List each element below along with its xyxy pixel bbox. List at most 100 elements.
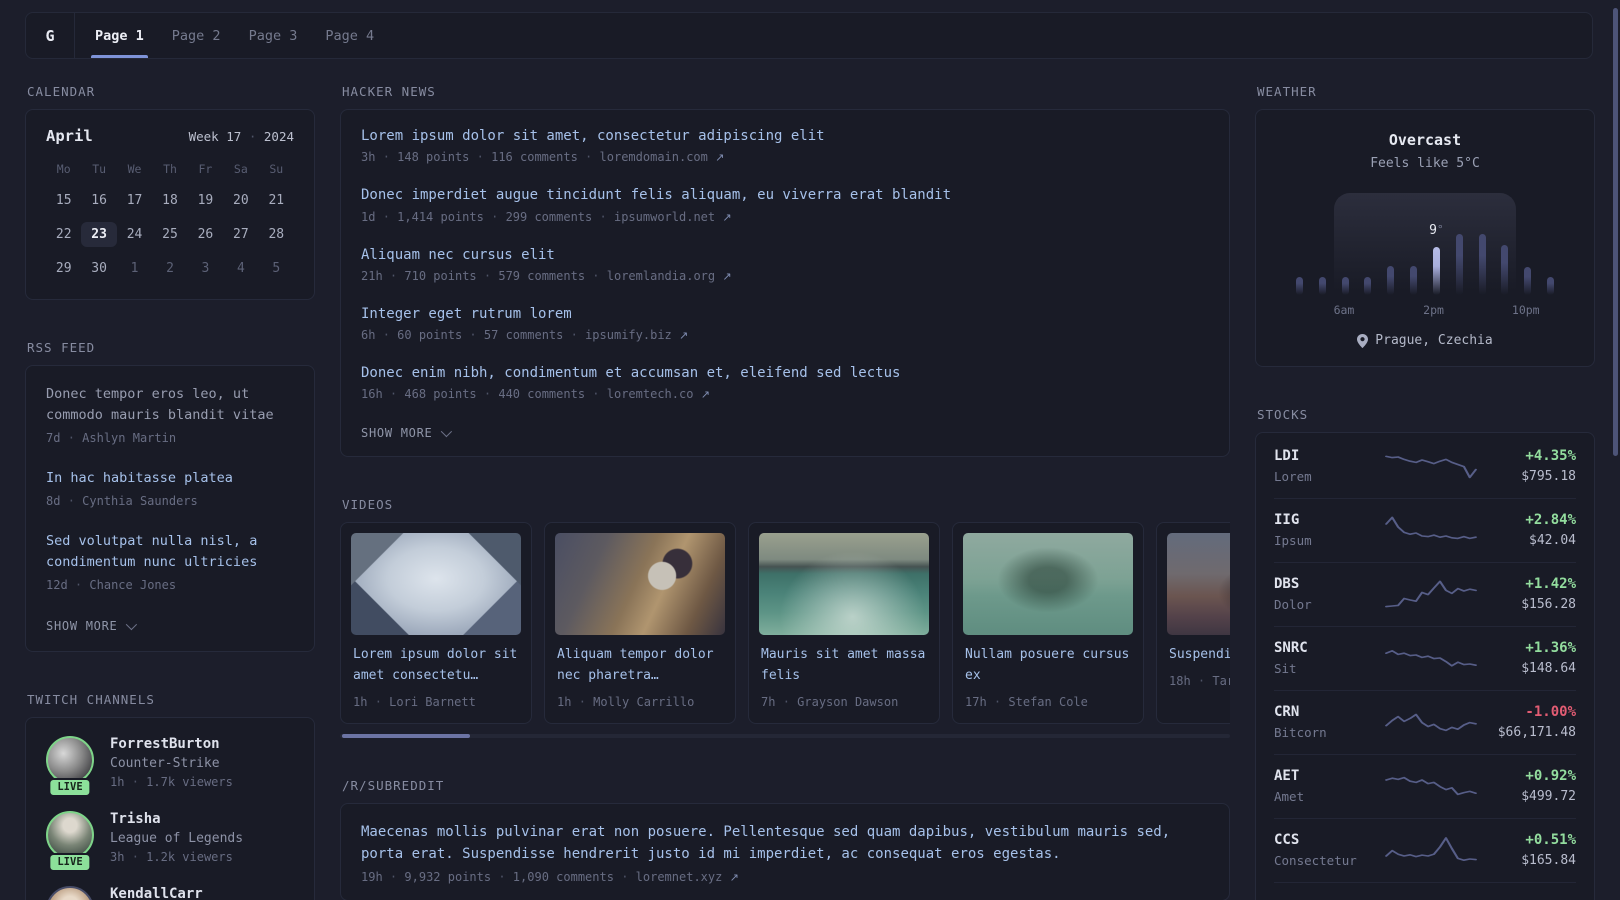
video-author-link[interactable]: Stefan Cole <box>1008 695 1087 709</box>
video-card[interactable]: Nullam posuere cursus ex 17h Stefan Cole <box>952 522 1144 725</box>
video-thumbnail[interactable] <box>351 533 521 636</box>
hn-item-link[interactable]: Integer eget rutrum lorem <box>361 304 1209 324</box>
stock-sparkline <box>1385 776 1477 796</box>
tab-page-2[interactable]: Page 2 <box>158 13 235 58</box>
weather-bar <box>1334 215 1357 295</box>
stock-row[interactable]: CCS Consectetur +0.51% $165.84 <box>1274 819 1576 883</box>
videos-scrollbar-thumb[interactable] <box>342 734 470 739</box>
video-title-link[interactable]: Mauris sit amet massa felis <box>749 645 939 687</box>
channel-game: Counter-Strike <box>110 755 220 771</box>
rss-show-more-button[interactable]: SHOW MORE <box>46 618 137 637</box>
twitch-channel[interactable]: LIVE ForrestBurton Counter-Strike 1h 1.7… <box>46 735 294 797</box>
reddit-post-link[interactable]: Maecenas mollis pulvinar erat non posuer… <box>361 821 1209 866</box>
hn-domain-link[interactable]: ipsumworld.net <box>614 210 715 224</box>
hn-item: Donec imperdiet augue tincidunt felis al… <box>361 185 1209 223</box>
weather-hour-label: 6am <box>1333 303 1355 317</box>
stock-row[interactable]: AHS +0.46% <box>1274 883 1576 900</box>
hn-show-more-button[interactable]: SHOW MORE <box>361 426 452 444</box>
video-title-link[interactable]: Aliquam tempor dolor nec pharetra… <box>545 645 735 687</box>
calendar-day: 16 <box>91 193 107 208</box>
weather-feels-like: Feels like 5°C <box>1370 156 1480 171</box>
rss-item: In hac habitasse platea 8d Cynthia Saund… <box>46 468 294 510</box>
rss-item-link[interactable]: In hac habitasse platea <box>46 468 294 489</box>
hn-comments-link[interactable]: 299 comments <box>506 210 593 224</box>
stock-symbol: IIG <box>1274 512 1300 528</box>
separator-dot <box>383 328 390 342</box>
hn-item-link[interactable]: Donec enim nibh, condimentum et accumsan… <box>361 363 1209 383</box>
twitch-channel[interactable]: KendallCarr <box>46 885 294 900</box>
external-link-icon: ↗ <box>722 210 732 224</box>
reddit-comments-link[interactable]: 1,090 comments <box>513 870 614 884</box>
calendar-day: 1 <box>130 261 139 276</box>
video-card[interactable]: Aliquam tempor dolor nec pharetra… 1h Mo… <box>544 522 736 725</box>
hn-comments-link[interactable]: 116 comments <box>491 150 578 164</box>
tab-page-1[interactable]: Page 1 <box>81 13 158 58</box>
location-pin-icon <box>1357 333 1369 348</box>
hn-comments-link[interactable]: 579 comments <box>498 269 585 283</box>
rss-item-link[interactable]: Sed volutpat nulla nisl, a condimentum n… <box>46 531 294 573</box>
external-link-icon: ↗ <box>700 388 710 402</box>
stock-row[interactable]: SNRC Sit +1.36% $148.64 <box>1274 627 1576 691</box>
stock-row[interactable]: DBS Dolor +1.42% $156.28 <box>1274 563 1576 627</box>
stock-row[interactable]: CRN Bitcorn -1.00% $66,171.48 <box>1274 691 1576 755</box>
hn-domain-link[interactable]: loremdomain.com <box>600 150 708 164</box>
app-logo[interactable]: G <box>26 13 75 58</box>
separator-dot <box>390 269 397 283</box>
video-author-link[interactable]: Molly Carrillo <box>593 695 694 709</box>
separator-dot <box>375 695 382 709</box>
hn-comments-link[interactable]: 440 comments <box>498 387 585 401</box>
external-link-icon: ↗ <box>729 870 739 884</box>
separator-dot <box>68 431 75 445</box>
video-thumbnail[interactable] <box>963 533 1133 636</box>
video-title-link[interactable]: Lorem ipsum dolor sit amet consectetu… <box>341 645 531 687</box>
stock-row[interactable]: AET Amet +0.92% $499.72 <box>1274 755 1576 819</box>
tab-page-4[interactable]: Page 4 <box>311 13 388 58</box>
video-author-link[interactable]: Lori Barnett <box>389 695 476 709</box>
rss-item-link[interactable]: Donec tempor eros leo, ut commodo mauris… <box>46 384 294 426</box>
weather-hour-label <box>1400 303 1422 317</box>
twitch-channel[interactable]: LIVE Trisha League of Legends 3h 1.2k vi… <box>46 810 294 872</box>
rss-item: Sed volutpat nulla nisl, a condimentum n… <box>46 531 294 594</box>
stock-name: Amet <box>1274 789 1305 804</box>
page-scrollbar-thumb[interactable] <box>1613 8 1618 456</box>
hn-domain-link[interactable]: loremlandia.org <box>607 269 715 283</box>
weather-peak-temp: 9° <box>1429 223 1444 238</box>
hn-domain-link[interactable]: ipsumify.biz <box>585 328 672 342</box>
video-card[interactable]: Suspendisse diam 18h Tara <box>1156 522 1230 725</box>
channel-game: League of Legends <box>110 830 244 846</box>
video-card[interactable]: Lorem ipsum dolor sit amet consectetu… 1… <box>340 522 532 725</box>
video-title-link[interactable]: Nullam posuere cursus ex <box>953 645 1143 687</box>
tab-page-3[interactable]: Page 3 <box>235 13 312 58</box>
videos-scrollbar[interactable] <box>340 734 1230 739</box>
stock-name: Lorem <box>1274 469 1312 484</box>
hn-item-link[interactable]: Donec imperdiet augue tincidunt felis al… <box>361 185 1209 205</box>
external-link-icon: ↗ <box>715 151 725 165</box>
channel-name[interactable]: KendallCarr <box>110 886 203 900</box>
video-card[interactable]: Mauris sit amet massa felis 7h Grayson D… <box>748 522 940 725</box>
stock-change: +1.42% <box>1525 576 1576 592</box>
video-thumbnail[interactable] <box>1167 533 1230 636</box>
videos-widget: VIDEOS Lorem ipsum dolor sit amet consec… <box>340 497 1230 739</box>
video-author-link[interactable]: Tara <box>1212 674 1230 688</box>
stock-row[interactable]: IIG Ipsum +2.84% $42.04 <box>1274 499 1576 563</box>
weather-hour-label: 10pm <box>1511 303 1540 317</box>
weekday-label: Su <box>269 162 284 176</box>
calendar-day: 26 <box>197 227 214 242</box>
stock-change: +0.92% <box>1525 768 1576 784</box>
video-thumbnail[interactable] <box>555 533 725 636</box>
video-author-link[interactable]: Grayson Dawson <box>797 695 898 709</box>
dashboard-grid: CALENDAR April Week 17 2024 Mo Tu We <box>25 84 1595 900</box>
stock-row[interactable]: LDI Lorem +4.35% $795.18 <box>1274 435 1576 499</box>
hn-domain-link[interactable]: loremtech.co <box>607 387 694 401</box>
hn-item-link[interactable]: Aliquam nec cursus elit <box>361 245 1209 265</box>
hn-comments-link[interactable]: 57 comments <box>484 328 563 342</box>
weekday-label: Mo <box>56 162 71 176</box>
hn-item-link[interactable]: Lorem ipsum dolor sit amet, consectetur … <box>361 126 1209 146</box>
channel-name[interactable]: Trisha <box>110 811 243 827</box>
video-title-link[interactable]: Suspendisse diam <box>1157 645 1230 666</box>
calendar-day: 25 <box>162 227 178 242</box>
channel-name[interactable]: ForrestBurton <box>110 736 233 752</box>
weather-widget: WEATHER Overcast Feels like 5°C 9° 6am 2p… <box>1255 84 1595 367</box>
reddit-domain-link[interactable]: loremnet.xyz <box>636 870 723 884</box>
video-thumbnail[interactable] <box>759 533 929 636</box>
